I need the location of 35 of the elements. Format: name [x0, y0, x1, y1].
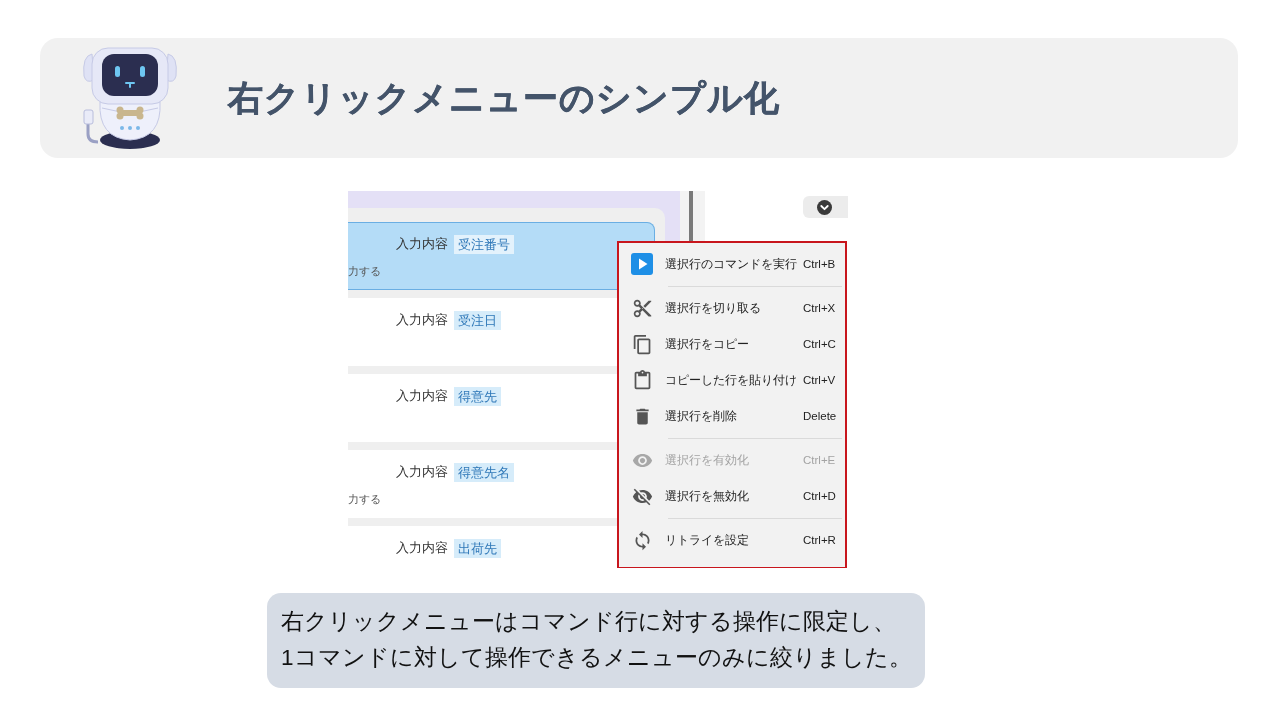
- field-label: 入力内容: [396, 463, 448, 481]
- slide-title: 右クリックメニューのシンプル化: [228, 77, 780, 119]
- field-label: 入力内容: [396, 235, 448, 253]
- command-row[interactable]: 入力内容 受注番号 力する: [348, 222, 655, 290]
- copy-icon: [631, 333, 653, 355]
- menu-item[interactable]: コピーした行を貼り付け: [665, 372, 803, 388]
- play-icon: [631, 253, 653, 275]
- shortcut-text: Ctrl+C: [803, 337, 837, 352]
- menu-item[interactable]: 選択行を削除: [665, 408, 803, 424]
- shortcut-text: Ctrl+R: [803, 533, 837, 548]
- input-value: 受注番号: [454, 234, 514, 254]
- menu-item[interactable]: 選択行のコマンドを実行: [665, 256, 803, 272]
- input-value: 出荷先: [454, 538, 501, 558]
- shortcut-text: Ctrl+X: [803, 301, 837, 316]
- chevron-down-circle-icon: [817, 199, 832, 215]
- shortcut-text: Ctrl+B: [803, 257, 837, 272]
- field-label: 入力内容: [396, 539, 448, 557]
- menu-item[interactable]: 選択行をコピー: [665, 336, 803, 352]
- shortcut-text: Ctrl+V: [803, 373, 837, 388]
- field-label: 入力内容: [396, 311, 448, 329]
- field-label: 入力内容: [396, 387, 448, 405]
- scissors-icon: [631, 297, 653, 319]
- menu-item[interactable]: 選択行を切り取る: [665, 300, 803, 316]
- menu-item[interactable]: 選択行を無効化: [665, 488, 803, 504]
- menu-item[interactable]: リトライを設定: [665, 532, 803, 548]
- row-description: 力する: [348, 264, 381, 278]
- input-value: 得意先名: [454, 462, 514, 482]
- shortcut-text: Delete: [803, 409, 838, 424]
- dropdown-button[interactable]: [803, 196, 848, 218]
- row-description: 力する: [348, 492, 381, 506]
- shortcut-text: Ctrl+E: [803, 453, 837, 468]
- input-value: 得意先: [454, 386, 501, 406]
- input-value: 受注日: [454, 310, 501, 330]
- shortcut-text: Ctrl+D: [803, 489, 837, 504]
- caption-note: 右クリックメニューはコマンド行に対する操作に限定し、 1コマンドに対して操作できるメニューのみに絞りました。: [267, 593, 925, 688]
